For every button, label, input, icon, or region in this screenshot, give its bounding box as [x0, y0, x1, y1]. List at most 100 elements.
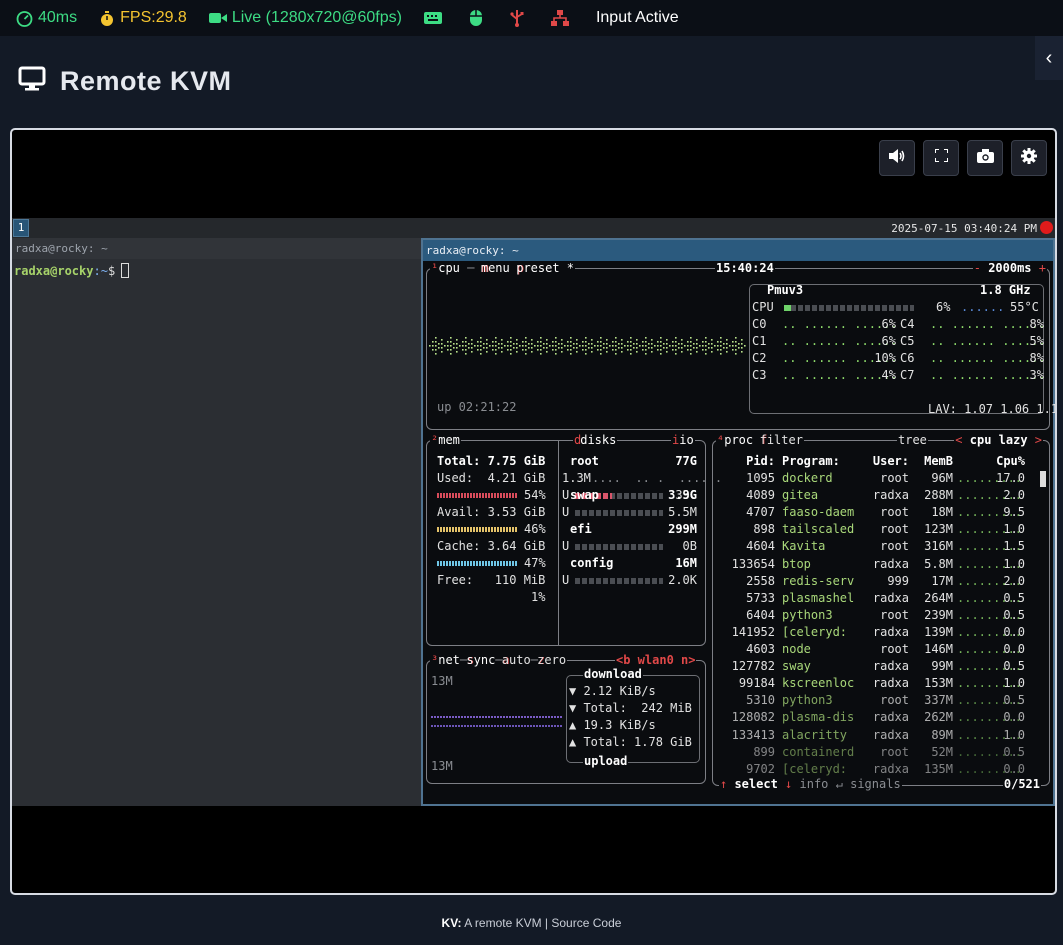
proc-cell-mem: 337M — [924, 693, 953, 708]
proc-col-header[interactable]: User: — [863, 454, 909, 468]
mouse-indicator — [469, 9, 488, 27]
proc-row[interactable]: 6404 python3 root 239M 0.5......... — [713, 608, 1043, 625]
cpu-core-pct: 8% — [1029, 317, 1044, 331]
proc-row[interactable]: 4707 faaso-daem root 18M 9.5......... — [713, 505, 1043, 522]
proc-signals[interactable]: signals — [850, 777, 901, 791]
proc-row[interactable]: 141952 [celeryd: radxa 139M 0.0......... — [713, 625, 1043, 642]
proc-cell-pid: 127782 — [731, 659, 775, 674]
proc-row[interactable]: 898 tailscaled root 123M 1.0......... — [713, 522, 1043, 539]
proc-col-header[interactable]: Program: — [782, 454, 858, 468]
proc-tab[interactable]: proc — [724, 433, 753, 447]
proc-cell-pid: 5310 — [746, 693, 775, 708]
btop-mem-pane: ²mem ddisks iio Total: 7.75 GiB Used: 4.… — [426, 433, 722, 646]
workspace-bar: 1 2025-07-15 03:40:24 PM — [12, 218, 1055, 238]
network-indicator — [550, 9, 574, 27]
mem-used-bar — [437, 493, 517, 498]
collapse-sidebar-button[interactable]: ‹ — [1035, 36, 1063, 80]
proc-row[interactable]: 5310 python3 root 337M 0.5......... — [713, 693, 1043, 710]
tree-tab[interactable]: tree — [898, 433, 927, 447]
disk-name: swap — [570, 488, 599, 502]
proc-row[interactable]: 99184 kscreenloc radxa 153M 1.0......... — [713, 676, 1043, 693]
mem-total: Total: 7.75 GiB — [437, 454, 546, 468]
btop-net-pane: ³net─ssync─aauto─zzero <b wlan0 n> 13M 1… — [426, 653, 706, 784]
cpu-tab[interactable]: cpu — [438, 261, 460, 275]
proc-cell-user: radxa — [872, 761, 909, 776]
proc-row[interactable]: 899 containerd root 52M 0.5......... — [713, 745, 1043, 762]
screenshot-button[interactable] — [967, 140, 1003, 176]
proc-col-header[interactable]: MemB — [913, 454, 953, 468]
proc-cell-mem: 96M — [931, 471, 953, 485]
proc-row[interactable]: 128082 plasma-dis radxa 262M 0.0......... — [713, 710, 1043, 727]
proc-row[interactable]: 4604 Kavita root 316M 1.5......... — [713, 539, 1043, 556]
filter-tab[interactable]: filter — [760, 433, 803, 447]
net-tab[interactable]: net — [438, 653, 460, 667]
menu-tab[interactable]: menu — [481, 261, 510, 275]
remote-screen[interactable]: 1 2025-07-15 03:40:24 PM radxa@rocky: ~ … — [12, 218, 1055, 806]
proc-row[interactable]: 127782 sway radxa 99M 0.5......... — [713, 659, 1043, 676]
proc-cell-user: root — [880, 471, 909, 485]
fullscreen-button[interactable] — [923, 140, 959, 176]
prompt-path: :~ — [93, 263, 108, 278]
prompt-sign: $ — [107, 263, 116, 278]
proc-row[interactable]: 2558 redis-serv 999 17M 2.0......... — [713, 574, 1043, 591]
gauge-icon — [16, 10, 33, 27]
kvm-viewer[interactable]: 1 2025-07-15 03:40:24 PM radxa@rocky: ~ … — [10, 128, 1057, 895]
mem-avail-pct: 46% — [524, 522, 546, 536]
mem-free-pct: 1% — [531, 590, 546, 604]
proc-cell-mem: 89M — [931, 727, 953, 742]
proc-col-header[interactable]: Cpu% — [995, 454, 1025, 468]
btop-interval[interactable]: 2000ms — [988, 261, 1031, 275]
proc-sort[interactable]: < cpu lazy > — [954, 433, 1043, 447]
mem-cache-bar — [437, 561, 517, 566]
proc-cell-prog: containerd — [782, 744, 855, 759]
sync-tab[interactable]: sync — [466, 653, 495, 667]
proc-cell-pid: 141952 — [731, 624, 775, 639]
mem-tab[interactable]: mem — [438, 433, 460, 447]
proc-cell-mem: 52M — [931, 744, 953, 759]
proc-row[interactable]: 4089 gitea radxa 288M 2.0......... — [713, 488, 1043, 505]
disk-size: 3.9G — [668, 488, 697, 502]
cpu-total-pct: 6% — [936, 300, 951, 314]
footer-links[interactable]: A remote KVM | Source Code — [464, 916, 621, 930]
proc-select[interactable]: select — [734, 777, 777, 791]
mem-free: Free: 110 MiB — [437, 573, 546, 587]
net-interface[interactable]: <b wlan0 n> — [615, 653, 697, 667]
proc-col-header[interactable]: Pid: — [721, 454, 775, 468]
usb-indicator — [510, 9, 529, 27]
workspace-button[interactable]: 1 — [13, 219, 29, 237]
disk-used: 5.5M — [668, 505, 697, 519]
preset-tab[interactable]: preset * — [516, 261, 574, 275]
settings-button[interactable] — [1011, 140, 1047, 176]
proc-info[interactable]: info — [800, 777, 829, 791]
proc-cell-mem: 5.8M — [924, 556, 953, 571]
proc-scrollbar[interactable] — [1040, 471, 1046, 487]
proc-cell-prog: btop — [782, 556, 811, 571]
io-tab[interactable]: io — [679, 433, 693, 447]
btop-cpu-pane: ¹cpu ─ mmenu ppreset * 15:40:24 - 2000ms… — [426, 261, 1055, 430]
proc-cell-user: root — [880, 744, 909, 759]
proc-row[interactable]: 133654 btop radxa 5.8M 1.0......... — [713, 557, 1043, 574]
prompt-user: radxa@rocky — [14, 263, 94, 278]
proc-row[interactable]: 5733 plasmashel radxa 264M 0.5......... — [713, 591, 1043, 608]
terminal-right[interactable]: radxa@rocky: ~ ¹cpu ─ mmenu ppreset * 15… — [421, 238, 1055, 806]
proc-row[interactable]: 1095 dockerd root 96M 17.0......... — [713, 471, 1043, 488]
auto-tab[interactable]: auto — [502, 653, 531, 667]
proc-cell-mem: 288M — [924, 488, 953, 503]
audio-button[interactable] — [879, 140, 915, 176]
proc-cell-prog: python3 — [782, 607, 833, 622]
proc-cell-user: radxa — [872, 590, 909, 605]
monitor-icon — [18, 66, 46, 97]
disk-name: efi — [570, 522, 592, 536]
network-icon — [550, 9, 569, 27]
proc-cell-prog: sway — [782, 659, 811, 674]
proc-row[interactable]: 133413 alacritty radxa 89M 1.0......... — [713, 728, 1043, 745]
zero-tab[interactable]: zero — [537, 653, 566, 667]
terminal-left[interactable]: radxa@rocky: ~ radxa@rocky:~ $ — [12, 238, 421, 806]
proc-row[interactable]: 4603 node root 146M 0.0......... — [713, 642, 1043, 659]
usb-icon — [510, 9, 524, 27]
shell-prompt[interactable]: radxa@rocky:~ $ — [12, 263, 421, 278]
video-camera-icon — [208, 11, 227, 25]
net-download-label: download — [583, 667, 643, 681]
disks-tab[interactable]: disks — [580, 433, 616, 447]
proc-cell-prog: faaso-daem — [782, 505, 855, 520]
